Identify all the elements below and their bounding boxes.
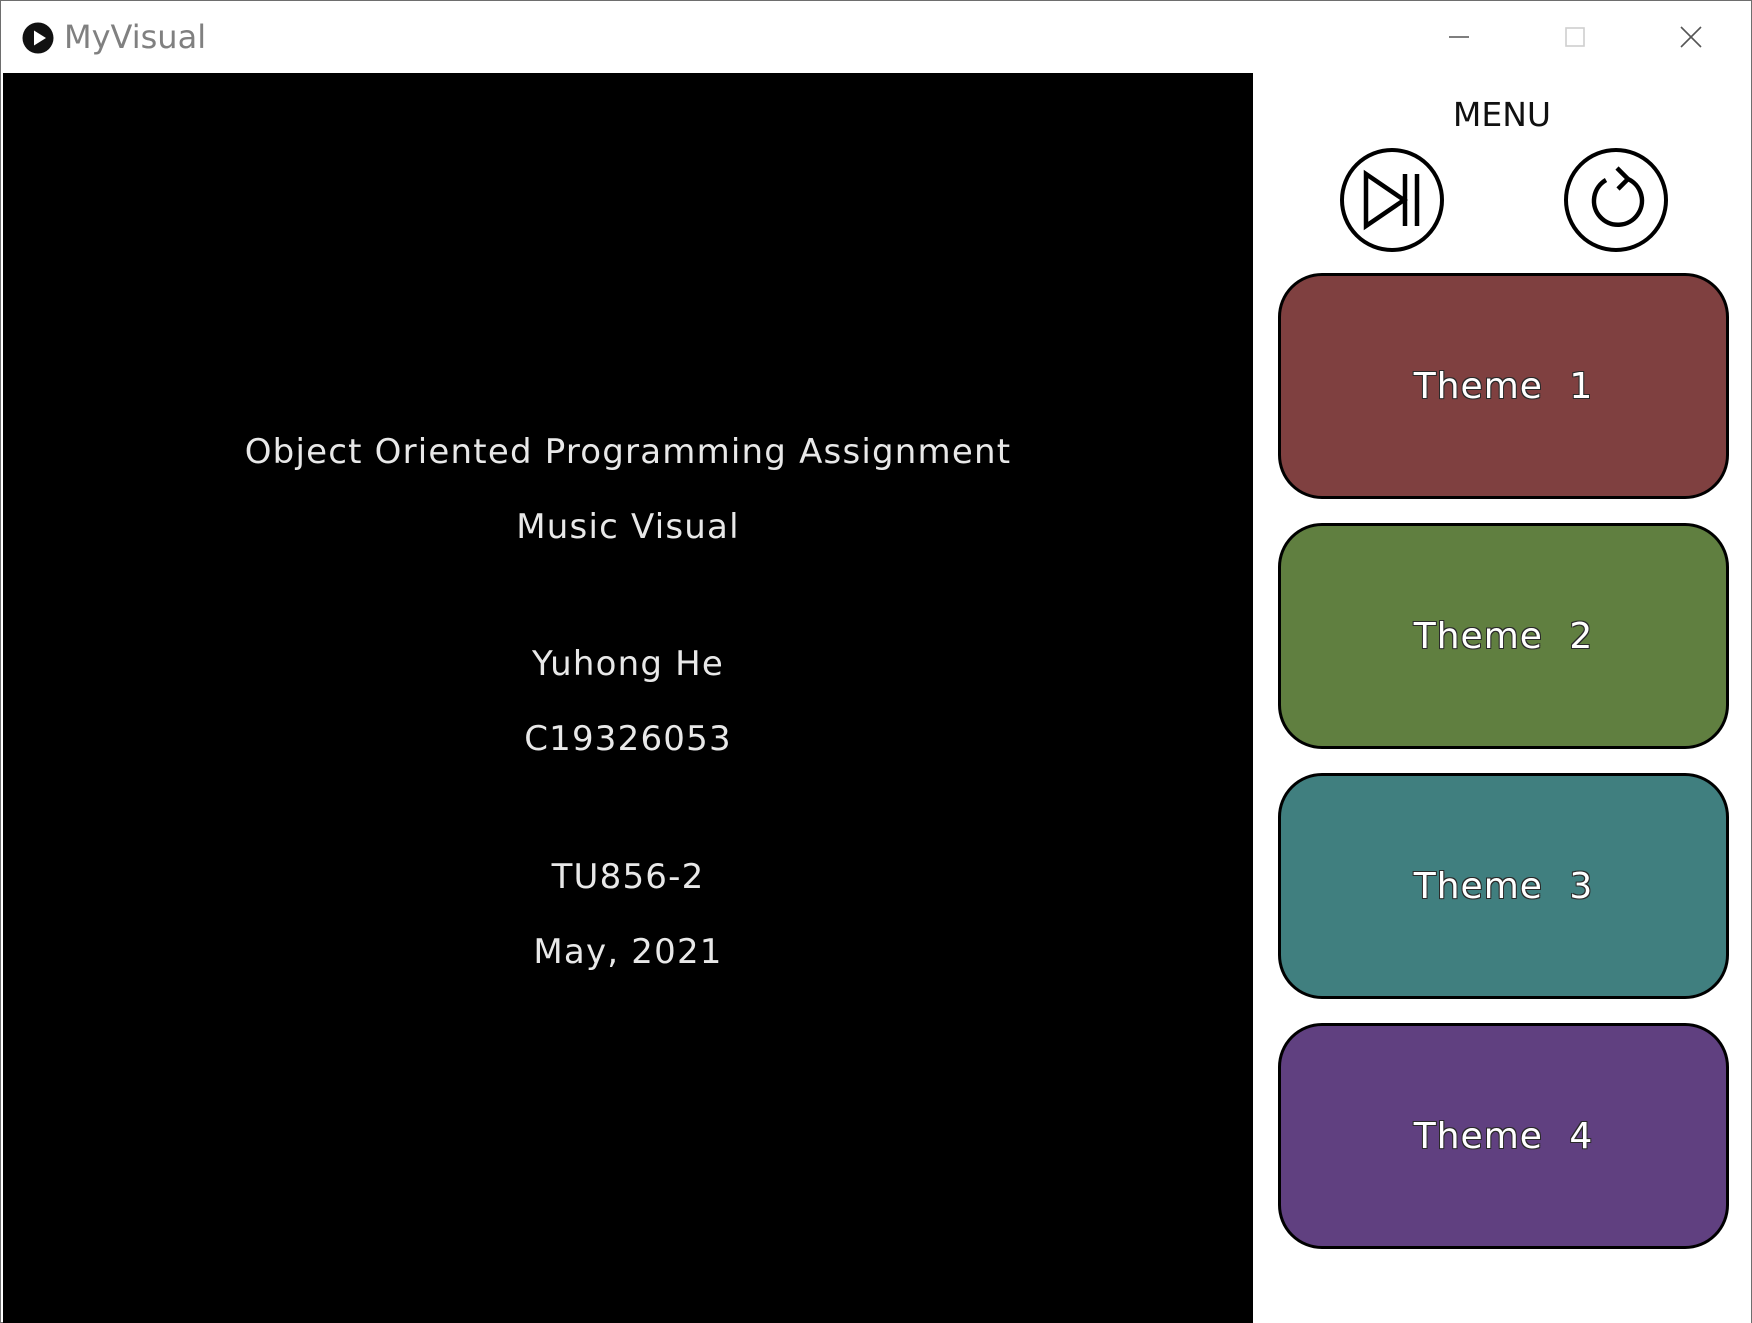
theme-4-button[interactable]: Theme 4 [1278, 1023, 1729, 1249]
play-pause-button[interactable] [1339, 147, 1445, 253]
title-bar[interactable]: MyVisual [1, 1, 1751, 73]
close-button[interactable] [1633, 1, 1749, 73]
play-circle-icon [22, 22, 54, 54]
theme-2-button[interactable]: Theme 2 [1278, 523, 1729, 749]
window-title: MyVisual [64, 18, 207, 56]
restart-icon [1564, 148, 1668, 252]
date-text: May, 2021 [533, 932, 723, 972]
menu-title: MENU [1452, 95, 1552, 134]
student-number: C19326053 [524, 719, 732, 759]
theme-2-label: Theme 2 [1413, 615, 1594, 657]
minimize-icon [1449, 36, 1469, 38]
maximize-icon [1565, 27, 1585, 47]
assignment-title: Object Oriented Programming Assignment [244, 432, 1012, 472]
theme-3-label: Theme 3 [1413, 865, 1594, 907]
visual-canvas[interactable]: Object Oriented Programming Assignment M… [3, 73, 1253, 1323]
theme-1-button[interactable]: Theme 1 [1278, 273, 1729, 499]
theme-3-button[interactable]: Theme 3 [1278, 773, 1729, 999]
theme-1-label: Theme 1 [1413, 365, 1594, 407]
close-icon [1680, 26, 1702, 48]
author-name: Yuhong He [532, 644, 724, 684]
project-name: Music Visual [516, 507, 740, 547]
minimize-button[interactable] [1401, 1, 1517, 73]
course-code: TU856-2 [551, 857, 705, 897]
side-menu: MENU Theme 1 Theme 2 Theme 3 Theme 4 [1253, 73, 1751, 1323]
play-pause-icon [1340, 148, 1444, 252]
app-window: MyVisual Object Oriented Programming Ass… [0, 0, 1752, 1323]
maximize-button[interactable] [1517, 1, 1633, 73]
restart-button[interactable] [1563, 147, 1669, 253]
theme-4-label: Theme 4 [1413, 1115, 1594, 1157]
